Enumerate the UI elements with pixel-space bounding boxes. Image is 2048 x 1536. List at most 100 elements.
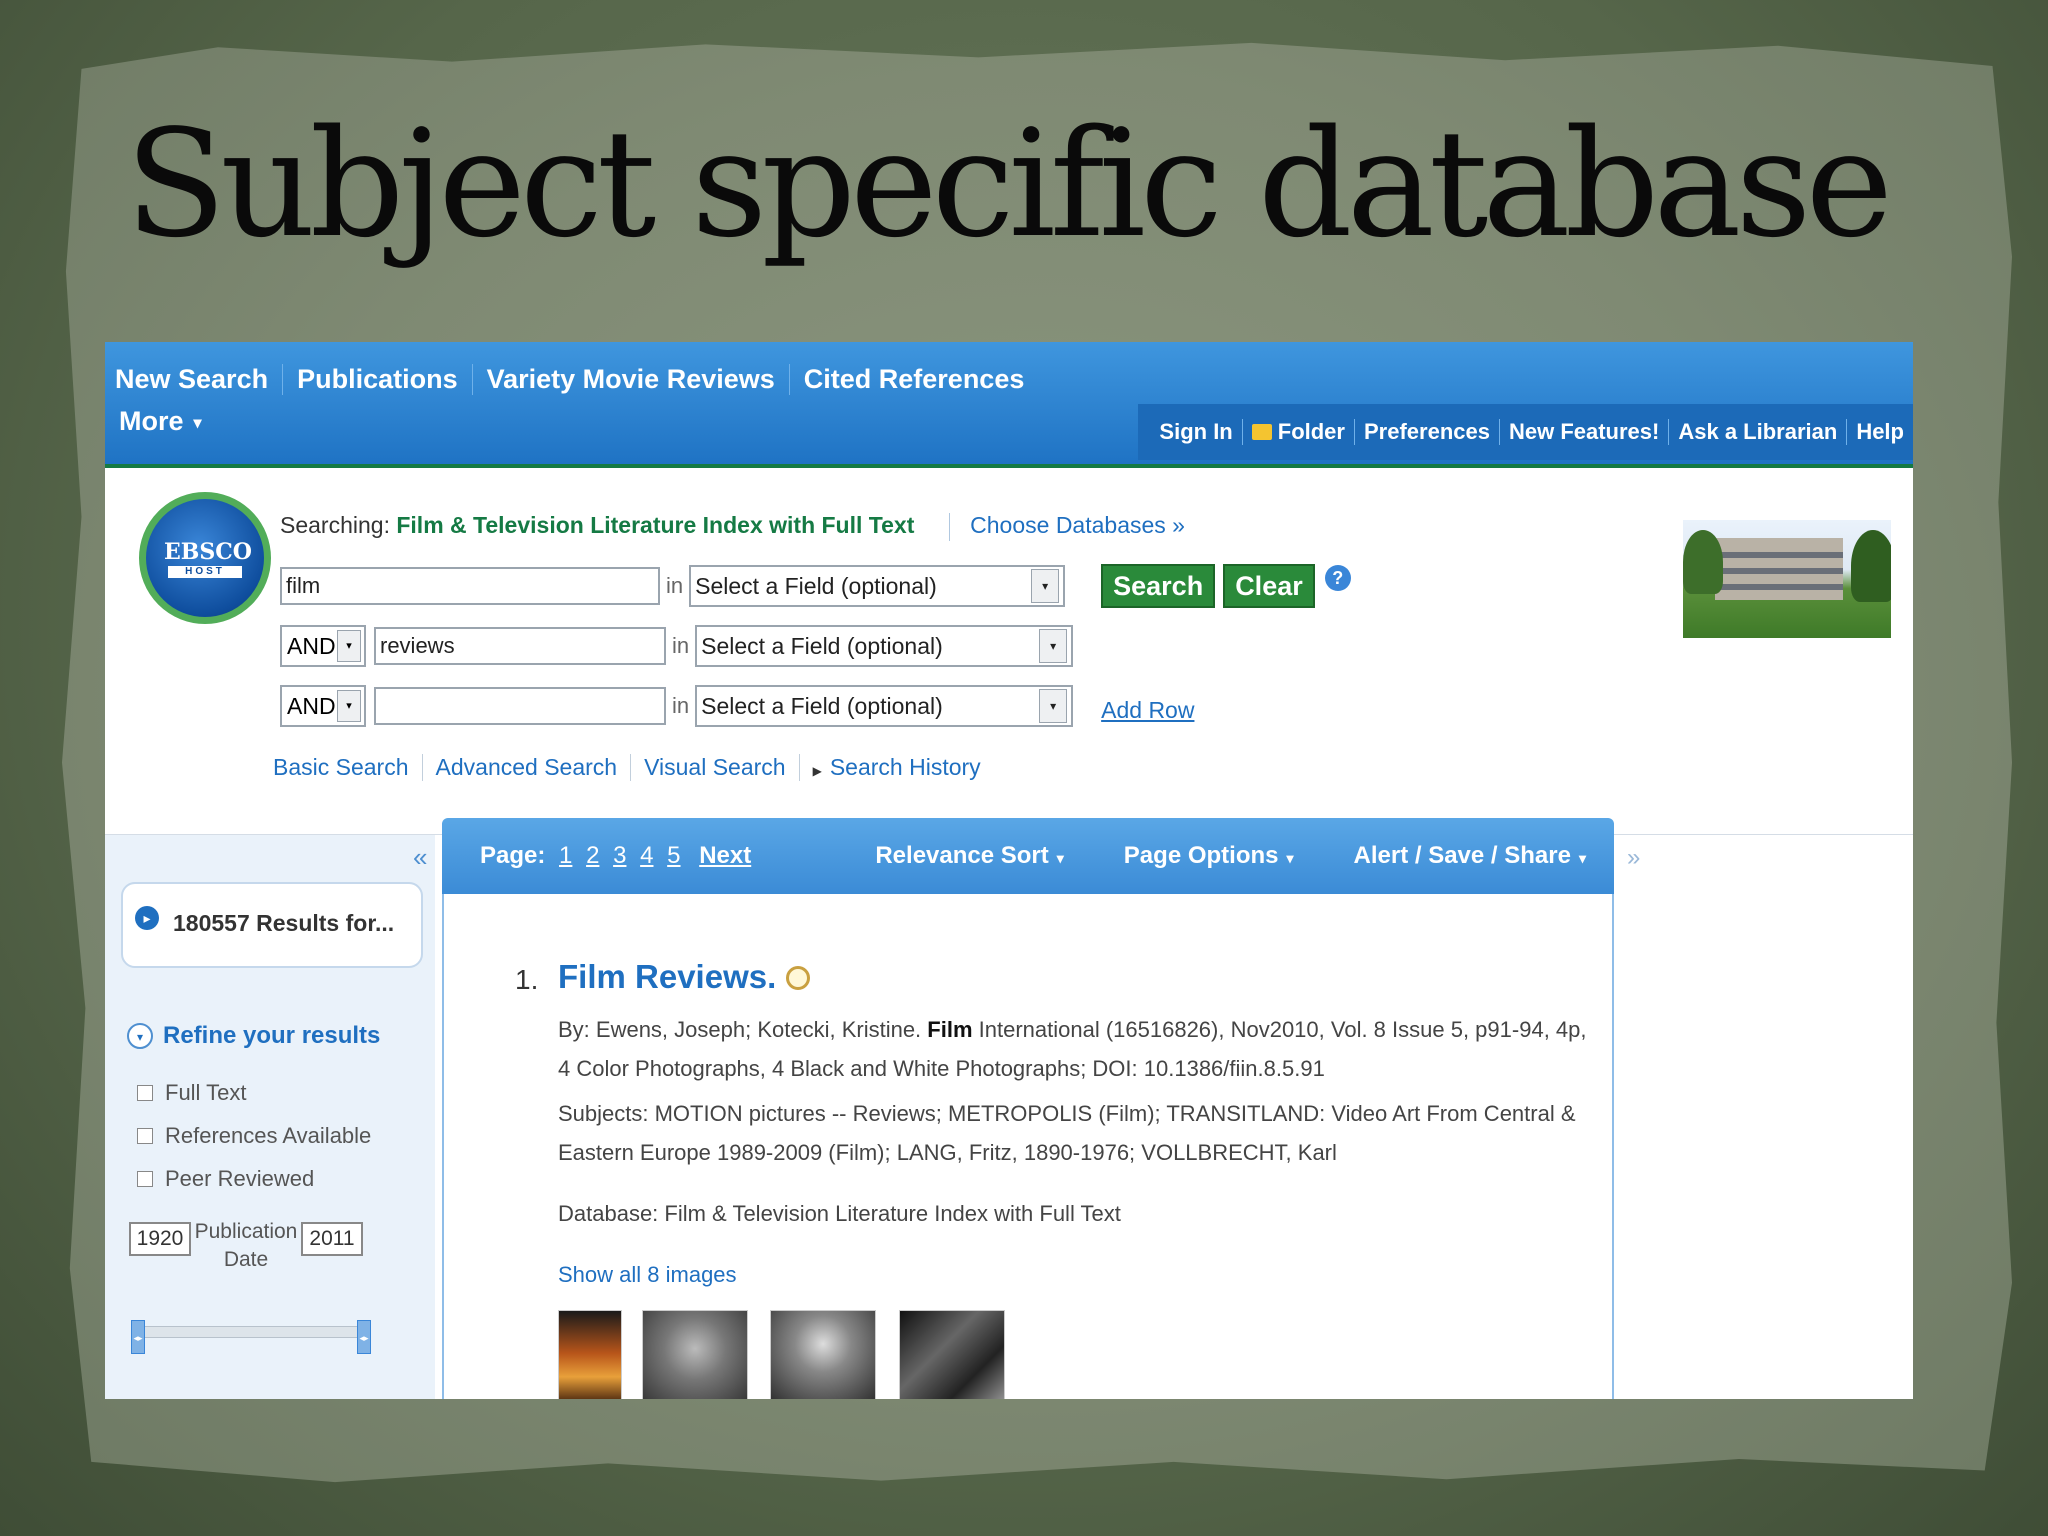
primary-nav: New Search Publications Variety Movie Re… bbox=[105, 364, 1038, 395]
search-term-input-2[interactable]: reviews bbox=[374, 627, 666, 665]
collapse-left-icon[interactable]: « bbox=[413, 842, 427, 873]
in-label: in bbox=[672, 693, 690, 718]
basic-search-link[interactable]: Basic Search bbox=[273, 754, 422, 781]
search-row-3: AND ▾ in Select a Field (optional) ▾ Add… bbox=[280, 684, 1194, 728]
field-select-3[interactable]: Select a Field (optional) ▾ bbox=[695, 685, 1074, 727]
searching-label: Searching: bbox=[280, 512, 390, 538]
page-options-menu[interactable]: Page Options ▾ bbox=[1094, 842, 1294, 870]
page-options-label: Page Options bbox=[1123, 842, 1279, 869]
dropdown-arrow-icon: ▾ bbox=[337, 630, 361, 662]
nav-more-menu[interactable]: More ▾ bbox=[119, 406, 202, 437]
preview-magnifier-icon[interactable] bbox=[786, 966, 811, 990]
search-history-link[interactable]: ▶ Search History bbox=[798, 754, 994, 781]
alert-save-share-menu[interactable]: Alert / Save / Share ▾ bbox=[1324, 842, 1586, 870]
pub-date-slider[interactable]: ◂▸ ◂▸ bbox=[131, 1320, 371, 1354]
utility-nav: Sign In Folder Preferences New Features!… bbox=[1138, 404, 1913, 460]
divider bbox=[948, 512, 950, 541]
pub-date-to-input[interactable]: 2011 bbox=[301, 1222, 363, 1256]
institution-photo bbox=[1683, 520, 1891, 638]
in-label: in bbox=[672, 633, 690, 658]
logo-subtext: HOST bbox=[168, 566, 242, 578]
result-image-thumbnail[interactable] bbox=[770, 1310, 876, 1399]
relevance-sort-label: Relevance Sort bbox=[875, 842, 1049, 869]
slider-handle-left[interactable]: ◂▸ bbox=[131, 1320, 145, 1354]
slider-handle-right[interactable]: ◂▸ bbox=[357, 1320, 371, 1354]
logo-text: EBSCO bbox=[164, 539, 252, 565]
result-number: 1. bbox=[515, 964, 539, 995]
page-1-link[interactable]: 1 bbox=[559, 842, 572, 869]
results-count: 180557 Results for... bbox=[173, 910, 395, 936]
dropdown-arrow-icon: ▾ bbox=[1039, 629, 1068, 663]
field-select-value: Select a Field (optional) bbox=[701, 692, 943, 719]
database-name: Film & Television Literature Index with … bbox=[396, 512, 915, 538]
dropdown-arrow-icon: ▾ bbox=[1031, 569, 1060, 603]
page-label: Page: bbox=[480, 842, 546, 869]
peer-reviewed-checkbox[interactable]: Peer Reviewed bbox=[137, 1166, 314, 1192]
result-subjects-line1: Subjects: MOTION pictures -- Reviews; ME… bbox=[558, 1101, 1576, 1126]
pub-date-label-line1: Publication bbox=[194, 1220, 298, 1243]
alert-save-share-label: Alert / Save / Share bbox=[1353, 842, 1571, 869]
ask-librarian-link[interactable]: Ask a Librarian bbox=[1668, 419, 1846, 445]
preferences-link[interactable]: Preferences bbox=[1353, 419, 1499, 445]
search-history-label: Search History bbox=[829, 754, 981, 780]
ebsco-screenshot: New Search Publications Variety Movie Re… bbox=[105, 342, 1913, 1399]
result-title-link[interactable]: Film Reviews. bbox=[558, 958, 776, 995]
field-select-1[interactable]: Select a Field (optional) ▾ bbox=[689, 565, 1066, 607]
field-select-value: Select a Field (optional) bbox=[701, 632, 943, 659]
result-image-thumbnail[interactable] bbox=[642, 1310, 748, 1399]
folder-link[interactable]: Folder bbox=[1241, 419, 1354, 445]
dropdown-arrow-icon: ▾ bbox=[1039, 689, 1068, 723]
checkbox-label: Full Text bbox=[165, 1080, 247, 1105]
nav-new-search[interactable]: New Search bbox=[105, 364, 282, 395]
field-select-2[interactable]: Select a Field (optional) ▾ bbox=[695, 625, 1074, 667]
checkbox-label: References Available bbox=[165, 1123, 372, 1148]
collapse-right-icon[interactable]: » bbox=[1627, 844, 1640, 872]
result-citation-line2: 4 Color Photographs, 4 Black and White P… bbox=[558, 1056, 1325, 1081]
page-3-link[interactable]: 3 bbox=[613, 842, 626, 869]
nav-variety-movie-reviews[interactable]: Variety Movie Reviews bbox=[471, 364, 789, 395]
boolean-select-2[interactable]: AND ▾ bbox=[280, 625, 366, 667]
triangle-right-icon: ▶ bbox=[812, 764, 822, 778]
new-features-link[interactable]: New Features! bbox=[1498, 419, 1668, 445]
choose-databases-link[interactable]: Choose Databases » bbox=[970, 512, 1185, 538]
page-4-link[interactable]: 4 bbox=[640, 842, 653, 869]
clear-button[interactable]: Clear bbox=[1223, 564, 1315, 608]
search-term-input-3[interactable] bbox=[374, 687, 666, 725]
nav-cited-references[interactable]: Cited References bbox=[788, 364, 1039, 395]
page-2-link[interactable]: 2 bbox=[586, 842, 599, 869]
results-summary-box[interactable]: ▸ 180557 Results for... bbox=[121, 882, 423, 968]
result-title-row: Film Reviews. bbox=[558, 958, 811, 996]
search-button[interactable]: Search bbox=[1101, 564, 1216, 608]
refine-results-header[interactable]: ▾ Refine your results bbox=[127, 1022, 380, 1050]
visual-search-link[interactable]: Visual Search bbox=[630, 754, 799, 781]
slide-title: Subject specific database bbox=[125, 98, 1893, 270]
show-all-images-link[interactable]: Show all 8 images bbox=[558, 1262, 737, 1288]
pub-date-label: Publication Date bbox=[191, 1218, 301, 1274]
sign-in-link[interactable]: Sign In bbox=[1150, 419, 1241, 445]
pagination: Page: 1 2 3 4 5 Next bbox=[480, 842, 751, 870]
pub-date-label-line2: Date bbox=[223, 1248, 269, 1271]
pub-date-from-input[interactable]: 1920 bbox=[129, 1222, 191, 1256]
citation-suffix: International (16516826), Nov2010, Vol. … bbox=[972, 1017, 1587, 1042]
help-icon[interactable]: ? bbox=[1324, 565, 1351, 591]
relevance-sort-menu[interactable]: Relevance Sort ▾ bbox=[845, 842, 1063, 870]
advanced-search-link[interactable]: Advanced Search bbox=[421, 754, 631, 781]
page-5-link[interactable]: 5 bbox=[667, 842, 680, 869]
next-page-link[interactable]: Next bbox=[699, 842, 751, 869]
boolean-select-3[interactable]: AND ▾ bbox=[280, 685, 366, 727]
result-image-thumbnail[interactable] bbox=[899, 1310, 1005, 1399]
slider-track bbox=[141, 1326, 363, 1338]
expand-icon: ▸ bbox=[135, 906, 159, 930]
help-link[interactable]: Help bbox=[1846, 419, 1913, 445]
add-row-link[interactable]: Add Row bbox=[1101, 697, 1194, 724]
chevron-down-icon: ▾ bbox=[1578, 850, 1586, 866]
full-text-checkbox[interactable]: Full Text bbox=[137, 1080, 247, 1106]
chevron-down-icon: ▾ bbox=[1286, 850, 1294, 866]
nav-more-label: More bbox=[119, 406, 184, 436]
result-image-thumbnail[interactable] bbox=[558, 1310, 622, 1399]
search-term-input-1[interactable]: film bbox=[280, 567, 660, 605]
boolean-value: AND bbox=[287, 692, 336, 719]
refine-label: Refine your results bbox=[163, 1022, 381, 1049]
references-available-checkbox[interactable]: References Available bbox=[137, 1123, 371, 1149]
nav-publications[interactable]: Publications bbox=[282, 364, 472, 395]
